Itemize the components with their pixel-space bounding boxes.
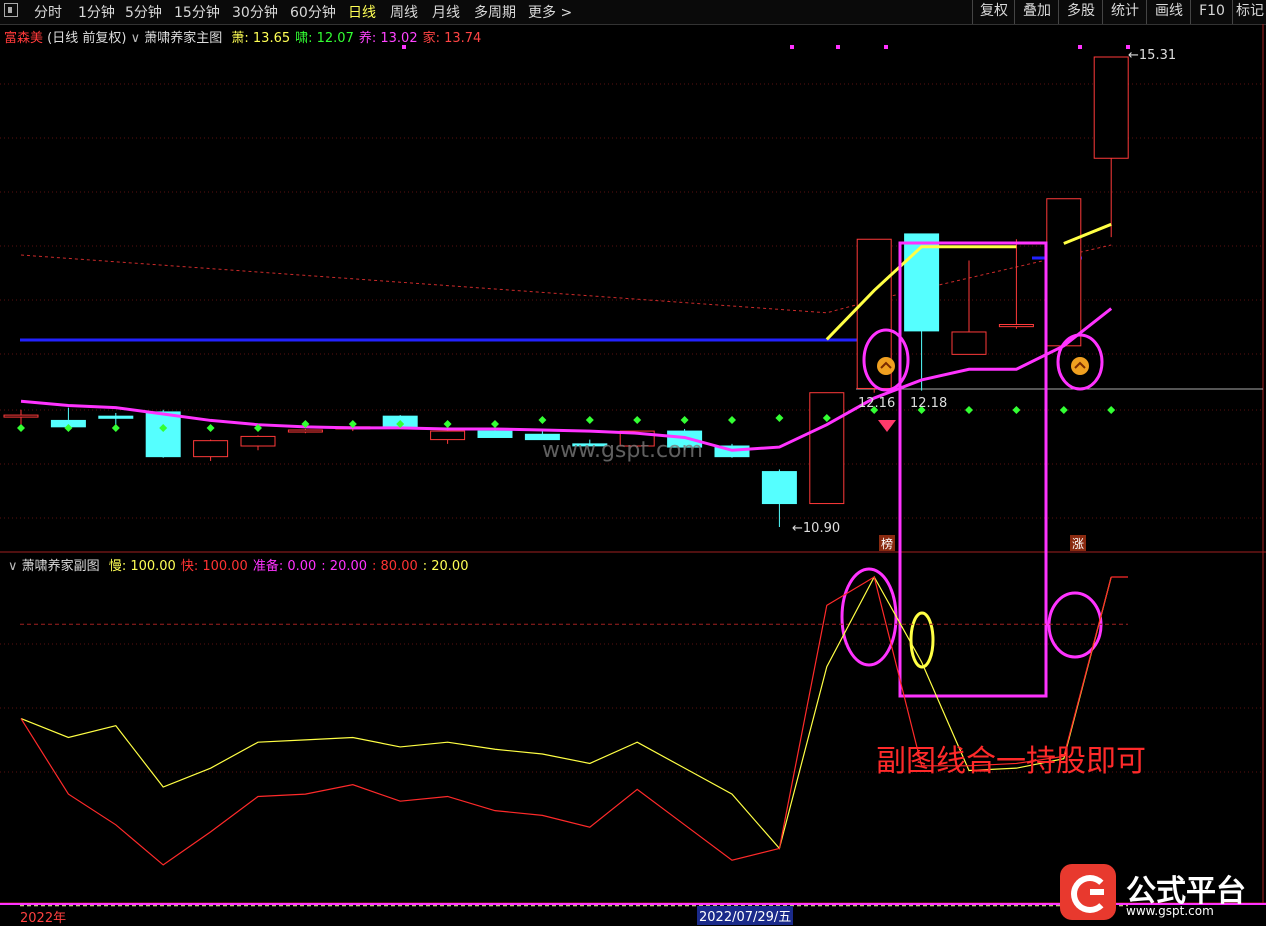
main-value-0: 萧: 13.65 [231, 31, 291, 46]
marker-badge-0: 榜 [881, 536, 893, 551]
date-start-label: 2022年 [20, 911, 67, 926]
signal-diamond-22 [1059, 406, 1068, 414]
chart-mode: (日线 前复权) [47, 31, 127, 46]
buy-signal-icon-0 [877, 357, 895, 375]
signal-diamond-0 [17, 424, 25, 432]
main-value-1: 啸: 12.07 [295, 31, 354, 46]
signal-diamond-9 [443, 420, 452, 428]
candle-body-9 [430, 430, 466, 441]
signal-diamond-2 [111, 424, 120, 432]
candle-body-16 [761, 471, 797, 505]
main-value-3: 家: 13.74 [422, 31, 482, 46]
top-marker-dot-4 [1078, 45, 1082, 49]
sub-value-0: 慢: 100.00 [108, 559, 176, 574]
signal-diamond-21 [1012, 406, 1021, 414]
candle-body-17 [809, 392, 845, 505]
sub-indicator-name: 萧啸养家副图 [21, 559, 100, 574]
price-label-1: 12.16 [858, 396, 896, 411]
logo-icon [1060, 864, 1116, 920]
signal-diamond-15 [728, 416, 736, 424]
collapse-icon[interactable]: ∨ [131, 31, 141, 46]
candle-body-10 [477, 430, 513, 438]
dashed-ma-line [20, 244, 1112, 314]
candle-body-2 [98, 415, 134, 419]
marker-badge-1: 涨 [1072, 536, 1084, 551]
magenta-ma-line [20, 307, 1113, 452]
signal-diamond-23 [1107, 406, 1116, 414]
collapse-icon[interactable]: ∨ [8, 559, 18, 574]
candle-body-23 [1093, 56, 1129, 159]
candle-body-6 [287, 429, 323, 433]
highlight-circle-4 [909, 611, 935, 669]
candle-body-5 [240, 435, 276, 447]
sub-value-5: : 20.00 [422, 559, 469, 574]
main-value-2: 养: 13.02 [358, 31, 418, 46]
sub-value-1: 快: 100.00 [180, 559, 248, 574]
low-price-label: ←10.90 [792, 521, 841, 536]
candle-body-21 [998, 324, 1034, 328]
site-logo: 公式平台 www.gspt.com [1060, 864, 1260, 922]
logo-url: www.gspt.com [1126, 904, 1214, 918]
candle-body-22 [1046, 198, 1082, 347]
signal-diamond-13 [633, 416, 642, 424]
stock-name: 富森美 [4, 31, 44, 46]
candle-body-20 [951, 331, 987, 355]
watermark: www.gspt.com [542, 438, 703, 463]
signal-diamond-10 [491, 420, 499, 428]
signal-diamond-16 [775, 414, 784, 422]
candle-body-4 [193, 440, 229, 458]
sub-indicator-header: ∨ 萧啸养家副图 慢: 100.00 快: 100.00 准备: 0.00 : 20.… [8, 555, 468, 574]
sub-slow-line [20, 575, 1112, 850]
signal-diamond-11 [538, 416, 547, 424]
sub-value-2: 准备: 0.00 [252, 559, 317, 574]
main-indicator-name: 萧啸养家主图 [144, 31, 223, 46]
top-marker-dot-3 [884, 45, 888, 49]
signal-diamond-20 [965, 406, 973, 414]
main-indicator-header: 富森美 (日线 前复权) ∨ 萧啸养家主图 萧: 13.65 啸: 12.07 养:… [4, 27, 481, 46]
annotation-text: 副图线合一持股即可 [876, 744, 1146, 779]
signal-diamond-4 [206, 424, 215, 432]
candle-body-0 [3, 414, 39, 418]
buy-signal-icon-1 [1071, 357, 1089, 375]
top-marker-dot-1 [790, 45, 794, 49]
sub-value-3: : 20.00 [321, 559, 368, 574]
signal-diamond-14 [680, 416, 689, 424]
signal-diamond-12 [585, 416, 594, 424]
top-marker-dot-2 [836, 45, 840, 49]
date-cursor-label: 2022/07/29/五 [697, 906, 794, 925]
candle-body-3 [145, 411, 181, 458]
gem-icon [878, 420, 896, 432]
price-label-2: 12.18 [910, 396, 948, 411]
high-price-label: ←15.31 [1128, 48, 1177, 63]
highlight-circle-3 [840, 567, 898, 667]
sub-value-4: : 80.00 [372, 559, 418, 574]
